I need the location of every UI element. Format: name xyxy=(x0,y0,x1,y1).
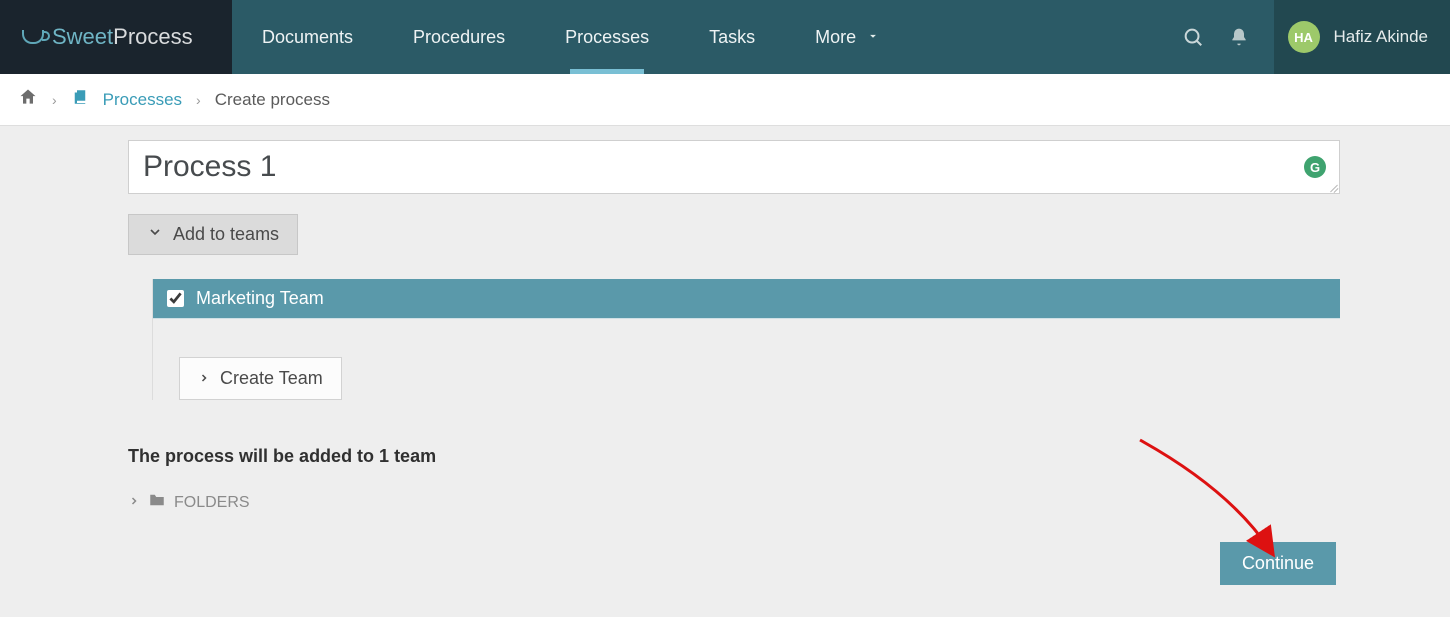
chevron-down-icon xyxy=(147,224,163,245)
add-to-teams-label: Add to teams xyxy=(173,224,279,245)
nav-right: HA Hafiz Akinde xyxy=(1170,0,1450,74)
logo-text-process: Process xyxy=(113,24,192,50)
continue-button[interactable]: Continue xyxy=(1220,542,1336,585)
breadcrumb-separator: › xyxy=(52,92,57,108)
chevron-down-icon xyxy=(866,27,880,48)
resize-handle-icon[interactable] xyxy=(1326,180,1338,192)
user-name: Hafiz Akinde xyxy=(1334,27,1429,47)
breadcrumb-processes-link[interactable]: Processes xyxy=(103,90,182,110)
home-icon[interactable] xyxy=(18,87,38,112)
process-title-input[interactable] xyxy=(128,140,1340,194)
nav-more[interactable]: More xyxy=(785,0,910,74)
nav-tasks[interactable]: Tasks xyxy=(679,0,785,74)
nav-processes[interactable]: Processes xyxy=(535,0,679,74)
bell-icon[interactable] xyxy=(1216,14,1262,60)
chevron-right-icon xyxy=(128,494,140,512)
main-content: G Add to teams Marketing Team Create Tea… xyxy=(0,126,1450,544)
team-checkbox[interactable] xyxy=(167,290,184,307)
folders-toggle[interactable]: FOLDERS xyxy=(128,491,1340,514)
breadcrumb: › Processes › Create process xyxy=(0,74,1450,126)
cup-icon xyxy=(22,30,44,44)
logo-text-sweet: Sweet xyxy=(52,24,113,50)
copy-icon xyxy=(71,88,89,111)
nav-documents[interactable]: Documents xyxy=(232,0,383,74)
folders-label: FOLDERS xyxy=(174,494,250,512)
topbar: Sweet Process Documents Procedures Proce… xyxy=(0,0,1450,74)
grammarly-icon[interactable]: G xyxy=(1304,156,1326,178)
folder-icon xyxy=(148,491,166,514)
breadcrumb-current: Create process xyxy=(215,90,330,110)
teams-summary-text: The process will be added to 1 team xyxy=(128,446,1340,467)
add-to-teams-button[interactable]: Add to teams xyxy=(128,214,298,255)
nav-more-label: More xyxy=(815,27,856,48)
search-icon[interactable] xyxy=(1170,14,1216,60)
main-nav: Documents Procedures Processes Tasks Mor… xyxy=(232,0,1450,74)
create-team-label: Create Team xyxy=(220,368,323,389)
chevron-right-icon xyxy=(198,368,210,389)
breadcrumb-separator: › xyxy=(196,92,201,108)
team-row[interactable]: Marketing Team xyxy=(153,279,1340,319)
team-name: Marketing Team xyxy=(196,288,324,309)
teams-panel: Marketing Team Create Team xyxy=(152,279,1340,400)
avatar: HA xyxy=(1288,21,1320,53)
logo[interactable]: Sweet Process xyxy=(0,0,232,74)
nav-procedures[interactable]: Procedures xyxy=(383,0,535,74)
user-menu[interactable]: HA Hafiz Akinde xyxy=(1274,0,1450,74)
create-team-button[interactable]: Create Team xyxy=(179,357,342,400)
title-field-wrap: G xyxy=(128,140,1340,194)
